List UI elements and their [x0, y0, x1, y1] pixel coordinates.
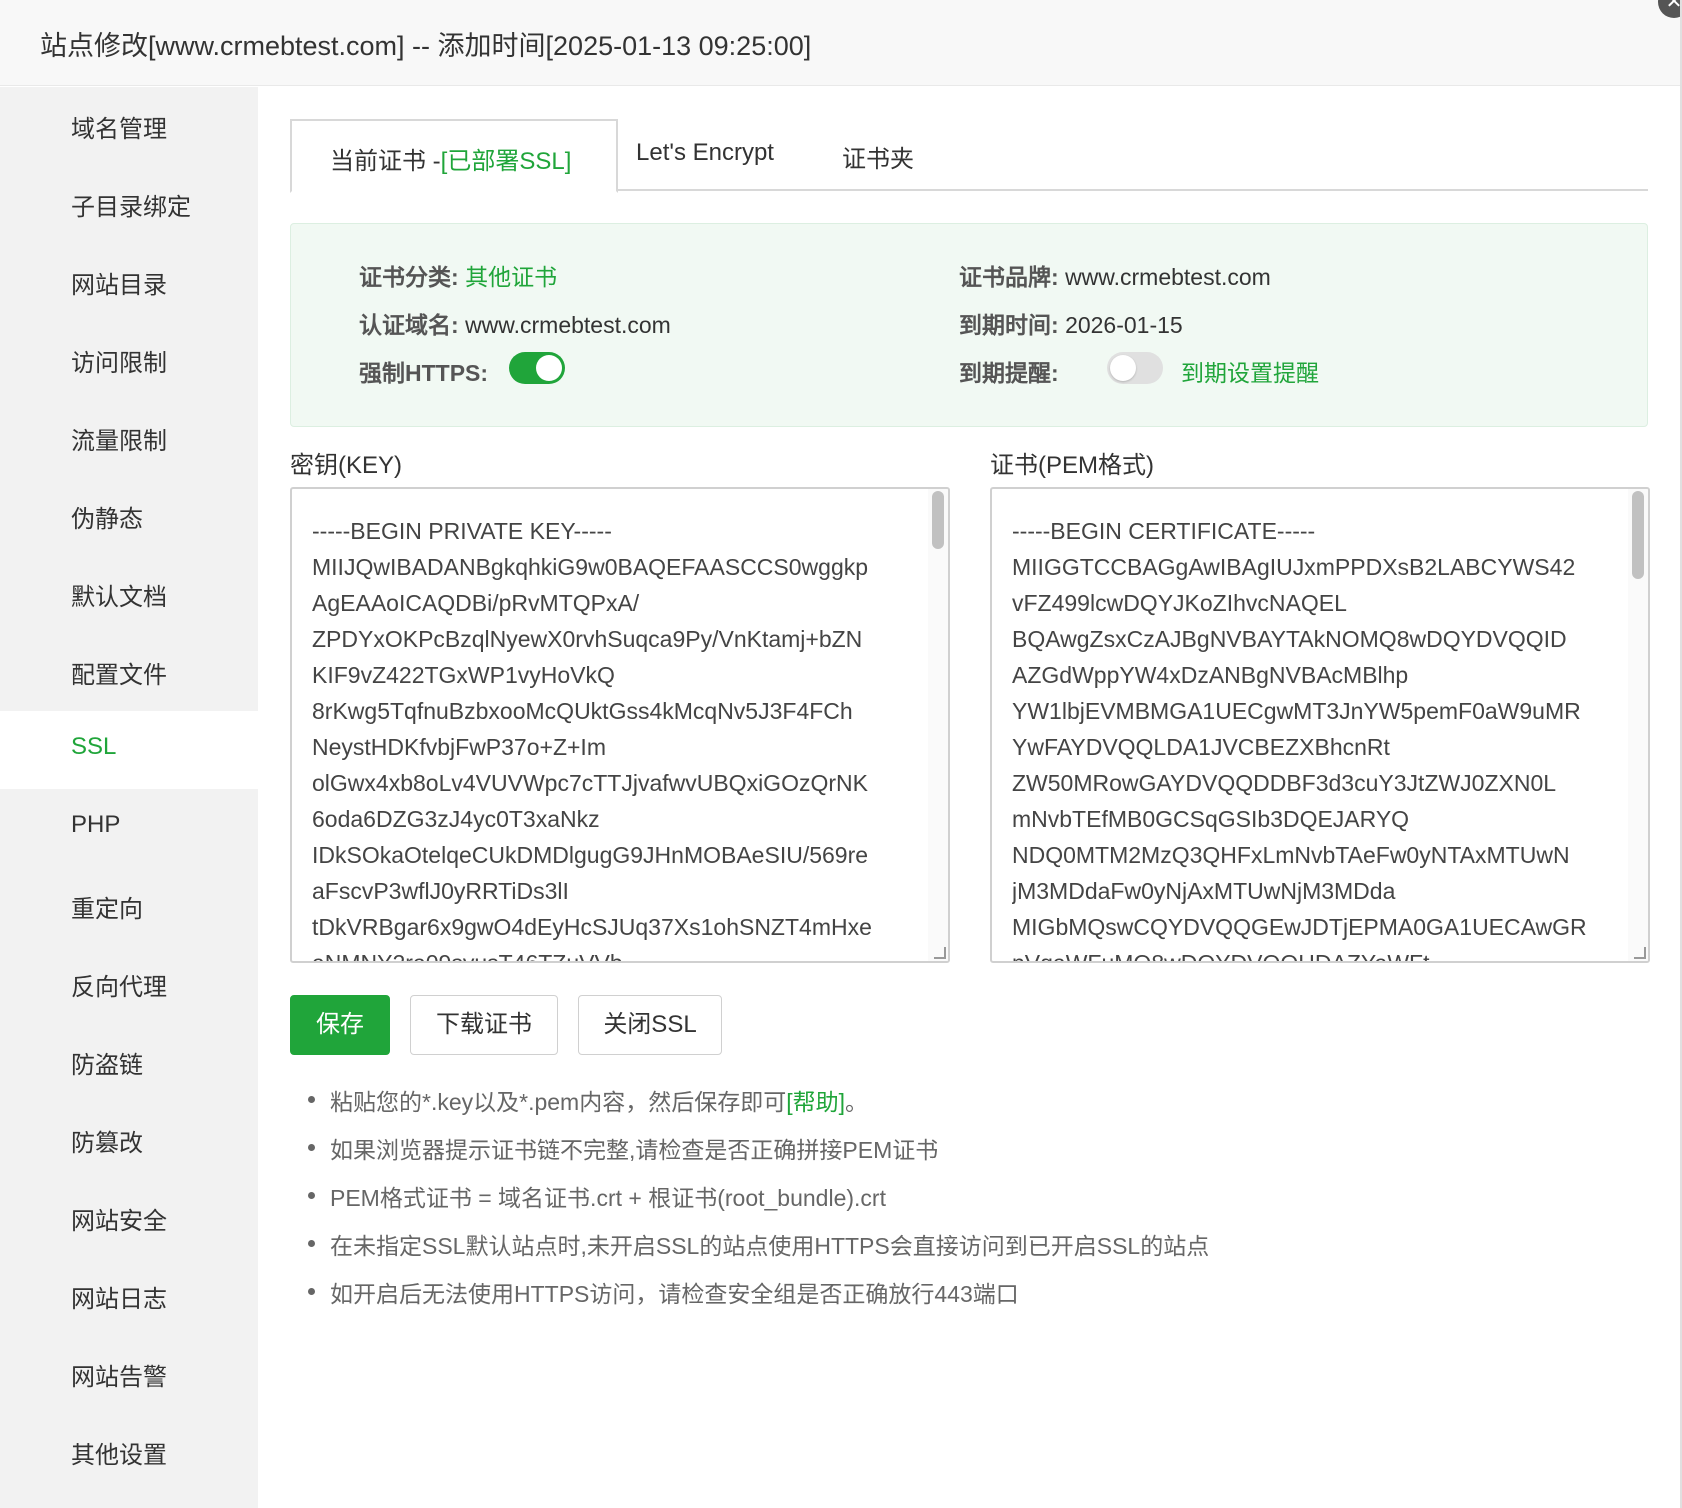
sidebar-item-default-doc[interactable]: 默认文档: [0, 555, 258, 633]
ssl-tips-list: 粘贴您的*.key以及*.pem内容，然后保存即可[帮助]。 如果浏览器提示证书…: [308, 1077, 1608, 1317]
tab-cert-folder[interactable]: 证书夹: [842, 119, 942, 191]
sidebar-item-tamper[interactable]: 防篡改: [0, 1101, 258, 1179]
toggle-knob: [536, 355, 562, 381]
sidebar-item-reverse-proxy[interactable]: 反向代理: [0, 945, 258, 1023]
cert-category-value: 其他证书: [465, 264, 558, 290]
sidebar-item-config[interactable]: 配置文件: [0, 633, 258, 711]
save-button[interactable]: 保存: [290, 995, 390, 1055]
tab-letsencrypt[interactable]: Let's Encrypt: [636, 119, 816, 191]
cert-textarea[interactable]: -----BEGIN CERTIFICATE----- MIIGGTCCBAGg…: [990, 487, 1650, 963]
sidebar-item-php[interactable]: PHP: [0, 789, 258, 867]
tab-current-cert[interactable]: 当前证书 -[已部署SSL]: [290, 119, 618, 193]
sidebar: 域名管理 子目录绑定 网站目录 访问限制 流量限制 伪静态 默认文档 配置文件 …: [0, 87, 258, 1508]
cert-scrollbar[interactable]: [1628, 489, 1648, 961]
sidebar-item-site-dir[interactable]: 网站目录: [0, 243, 258, 321]
sidebar-item-rewrite[interactable]: 伪静态: [0, 477, 258, 555]
bullet-icon: [308, 1144, 315, 1151]
expire-reminder-label: 到期提醒:: [959, 360, 1059, 386]
cert-expire-value: 2026-01-15: [1065, 312, 1183, 338]
bullet-icon: [308, 1288, 315, 1295]
cert-field-label: 证书(PEM格式): [990, 452, 1154, 479]
list-item: 如果浏览器提示证书链不完整,请检查是否正确拼接PEM证书: [308, 1125, 1608, 1173]
dialog-titlebar: 站点修改[www.crmebtest.com] -- 添加时间[2025-01-…: [0, 0, 1682, 86]
key-textarea[interactable]: -----BEGIN PRIVATE KEY----- MIIJQwIBADAN…: [290, 487, 950, 963]
key-textarea-content: -----BEGIN PRIVATE KEY----- MIIJQwIBADAN…: [312, 518, 872, 963]
cert-brand-value: www.crmebtest.com: [1065, 264, 1271, 290]
key-scrollbar[interactable]: [928, 489, 948, 961]
close-icon[interactable]: ✕: [1658, 0, 1682, 18]
site-edit-dialog: 站点修改[www.crmebtest.com] -- 添加时间[2025-01-…: [0, 0, 1682, 1508]
tab-current-cert-status: [已部署SSL]: [440, 148, 572, 175]
sidebar-item-redirect[interactable]: 重定向: [0, 867, 258, 945]
sidebar-item-domain[interactable]: 域名管理: [0, 87, 258, 165]
key-field-label: 密钥(KEY): [290, 452, 403, 479]
bullet-icon: [308, 1192, 315, 1199]
sidebar-item-other[interactable]: 其他设置: [0, 1413, 258, 1491]
close-ssl-button[interactable]: 关闭SSL: [578, 995, 722, 1055]
sidebar-item-access-limit[interactable]: 访问限制: [0, 321, 258, 399]
cert-brand: 证书品牌: www.crmebtest.com: [959, 264, 1271, 290]
bullet-icon: [308, 1240, 315, 1247]
close-button[interactable]: ✕: [1652, 0, 1682, 20]
cert-info-box: 证书分类: 其他证书 证书品牌: www.crmebtest.com 认证域名:…: [290, 223, 1648, 427]
dialog-title: 站点修改[www.crmebtest.com] -- 添加时间[2025-01-…: [40, 31, 812, 61]
bullet-icon: [308, 1096, 315, 1103]
tab-current-cert-label: 当前证书 -: [330, 148, 441, 175]
ssl-tabs: 当前证书 -[已部署SSL] Let's Encrypt 证书夹: [290, 119, 1648, 193]
download-cert-button[interactable]: 下载证书: [410, 995, 558, 1055]
sidebar-item-subdir[interactable]: 子目录绑定: [0, 165, 258, 243]
cert-textarea-content: -----BEGIN CERTIFICATE----- MIIGGTCCBAGg…: [1012, 518, 1587, 963]
list-item: 如开启后无法使用HTTPS访问，请检查安全组是否正确放行443端口: [308, 1269, 1608, 1317]
sidebar-item-logs[interactable]: 网站日志: [0, 1257, 258, 1335]
cert-resize-handle[interactable]: [1634, 947, 1646, 959]
sidebar-item-hotlink[interactable]: 防盗链: [0, 1023, 258, 1101]
help-link[interactable]: [帮助]: [786, 1089, 845, 1115]
list-item: 在未指定SSL默认站点时,未开启SSL的站点使用HTTPS会直接访问到已开启SS…: [308, 1221, 1608, 1269]
expire-reminder-toggle[interactable]: [1107, 352, 1163, 384]
cert-domain-value: www.crmebtest.com: [465, 312, 671, 338]
list-item: PEM格式证书 = 域名证书.crt + 根证书(root_bundle).cr…: [308, 1173, 1608, 1221]
main-panel: 当前证书 -[已部署SSL] Let's Encrypt 证书夹 证书分类: 其…: [258, 87, 1682, 1508]
list-item: 粘贴您的*.key以及*.pem内容，然后保存即可[帮助]。: [308, 1077, 1608, 1125]
sidebar-item-ssl[interactable]: SSL: [0, 711, 258, 789]
force-https-toggle[interactable]: [509, 352, 565, 384]
expire-reminder-link[interactable]: 到期设置提醒: [1181, 354, 1319, 388]
cert-scrollbar-thumb[interactable]: [1632, 491, 1644, 579]
sidebar-item-traffic-limit[interactable]: 流量限制: [0, 399, 258, 477]
sidebar-item-security[interactable]: 网站安全: [0, 1179, 258, 1257]
cert-domain: 认证域名: www.crmebtest.com: [359, 312, 671, 338]
toggle-knob: [1110, 355, 1136, 381]
cert-expire: 到期时间: 2026-01-15: [959, 312, 1183, 338]
sidebar-item-alerts[interactable]: 网站告警: [0, 1335, 258, 1413]
key-scrollbar-thumb[interactable]: [932, 491, 944, 549]
force-https-label: 强制HTTPS:: [359, 360, 489, 386]
cert-category: 证书分类: 其他证书: [359, 264, 558, 290]
key-resize-handle[interactable]: [934, 947, 946, 959]
